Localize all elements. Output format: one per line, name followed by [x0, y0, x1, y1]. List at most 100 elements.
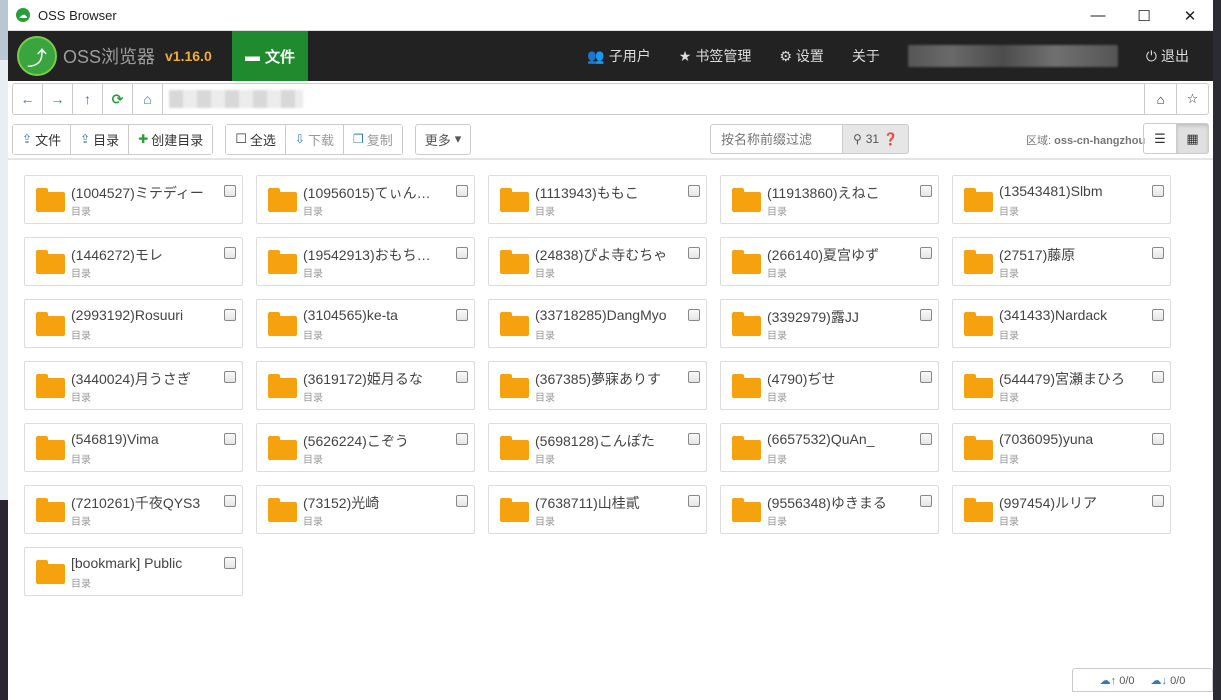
folder-item[interactable]: (5698128)こんぽた 目录 [488, 423, 707, 472]
set-default-home-button[interactable]: ⌂ [1144, 84, 1176, 114]
up-button[interactable]: ↑ [73, 84, 103, 114]
search-button[interactable]: ⚲ 31 ❓ [843, 124, 909, 154]
folder-item[interactable]: (11913860)えねこ 目录 [720, 175, 939, 224]
folder-item[interactable]: (9556348)ゆきまる 目录 [720, 485, 939, 534]
folder-checkbox[interactable] [456, 433, 468, 445]
tab-files[interactable]: ▬ 文件 [232, 31, 308, 81]
folder-item[interactable]: (7210261)千夜QYS3 目录 [24, 485, 243, 534]
folder-checkbox[interactable] [920, 433, 932, 445]
nav-bookmarks[interactable]: ★ 书签管理 [679, 46, 752, 66]
folder-item[interactable]: (73152)光崎 目录 [256, 485, 475, 534]
folder-item[interactable]: (3104565)ke-ta 目录 [256, 299, 475, 348]
folder-item[interactable]: (997454)ルリア 目录 [952, 485, 1171, 534]
upload-icon: ⇪ [22, 132, 33, 146]
folder-item[interactable]: (3440024)月うさぎ 目录 [24, 361, 243, 410]
transfer-status[interactable]: ☁↑ 0/0 ☁↓ 0/0 [1072, 668, 1213, 692]
folder-checkbox[interactable] [1152, 185, 1164, 197]
folder-checkbox[interactable] [920, 495, 932, 507]
folder-item[interactable]: (544479)宮瀬まひろ 目录 [952, 361, 1171, 410]
path-input[interactable] [163, 84, 1144, 114]
folder-item[interactable]: (1113943)ももこ 目录 [488, 175, 707, 224]
folder-item[interactable]: (2993192)Rosuuri 目录 [24, 299, 243, 348]
logout-button[interactable]: ⏻ 退出 [1146, 46, 1189, 66]
upload-dir-button[interactable]: ⇪ 目录 [71, 124, 130, 154]
folder-checkbox[interactable] [1152, 247, 1164, 259]
folder-item[interactable]: [bookmark] Public 目录 [24, 547, 243, 596]
folder-checkbox[interactable] [688, 495, 700, 507]
folder-type: 目录 [303, 207, 323, 218]
folder-checkbox[interactable] [1152, 371, 1164, 383]
folder-checkbox[interactable] [224, 371, 236, 383]
folder-checkbox[interactable] [224, 185, 236, 197]
folder-checkbox[interactable] [224, 495, 236, 507]
folder-type: 目录 [999, 393, 1019, 404]
create-dir-button[interactable]: ✚ 创建目录 [129, 124, 213, 154]
forward-button[interactable]: → [43, 84, 73, 114]
folder-item[interactable]: (7638711)山桂貳 目录 [488, 485, 707, 534]
folder-checkbox[interactable] [920, 309, 932, 321]
folder-checkbox[interactable] [456, 495, 468, 507]
folder-item[interactable]: (266140)夏宫ゆず 目录 [720, 237, 939, 286]
folder-checkbox[interactable] [688, 371, 700, 383]
folder-item[interactable]: (5626224)こぞう 目录 [256, 423, 475, 472]
folder-checkbox[interactable] [688, 247, 700, 259]
copy-button[interactable]: ❐ 复制 [343, 124, 402, 154]
folder-item[interactable]: (1004527)ミテディー 目录 [24, 175, 243, 224]
folder-item[interactable]: (1446272)モレ 目录 [24, 237, 243, 286]
list-view-button[interactable]: ☰ [1144, 124, 1176, 153]
back-button[interactable]: ← [13, 84, 43, 114]
folder-item[interactable]: (4790)ぢせ 目录 [720, 361, 939, 410]
upload-dir-label: 目录 [93, 132, 120, 148]
folder-checkbox[interactable] [920, 185, 932, 197]
folder-item[interactable]: (367385)夢寐ありす 目录 [488, 361, 707, 410]
folder-checkbox[interactable] [224, 433, 236, 445]
grid-view-button[interactable]: ▦ [1176, 124, 1208, 153]
home-button[interactable]: ⌂ [133, 84, 163, 114]
more-dropdown[interactable]: 更多 ▾ [414, 123, 472, 155]
folder-type: 目录 [535, 207, 555, 218]
folder-checkbox[interactable] [456, 185, 468, 197]
search-input[interactable] [710, 124, 843, 154]
download-button[interactable]: ⇩ 下载 [285, 124, 344, 154]
folder-checkbox[interactable] [688, 309, 700, 321]
folder-checkbox[interactable] [1152, 309, 1164, 321]
folder-item[interactable]: (19542913)おもち… 目录 [256, 237, 475, 286]
folder-checkbox[interactable] [224, 557, 236, 569]
folder-checkbox[interactable] [688, 185, 700, 197]
folder-item[interactable]: (7036095)yuna 目录 [952, 423, 1171, 472]
close-button[interactable]: ✕ [1167, 0, 1213, 31]
folder-checkbox[interactable] [224, 309, 236, 321]
folder-name: (19542913)おもち… [303, 247, 431, 263]
window-titlebar[interactable]: ☁ OSS Browser — ☐ ✕ [8, 0, 1213, 31]
folder-checkbox[interactable] [456, 309, 468, 321]
folder-checkbox[interactable] [456, 371, 468, 383]
refresh-button[interactable]: ⟳ [103, 84, 133, 114]
select-all-button[interactable]: ☐ 全选 [226, 124, 286, 154]
folder-checkbox[interactable] [456, 247, 468, 259]
folder-checkbox[interactable] [920, 371, 932, 383]
maximize-button[interactable]: ☐ [1121, 0, 1167, 31]
folder-checkbox[interactable] [224, 247, 236, 259]
add-bookmark-button[interactable]: ☆ [1176, 84, 1208, 114]
folder-item[interactable]: (6657532)QuAn_ 目录 [720, 423, 939, 472]
folder-item[interactable]: (3619172)姫月るな 目录 [256, 361, 475, 410]
folder-item[interactable]: (3392979)露JJ 目录 [720, 299, 939, 348]
brand[interactable]: ⤴ OSS浏览器 v1.16.0 [8, 31, 232, 81]
folder-item[interactable]: (13543481)Slbm 目录 [952, 175, 1171, 224]
folder-item[interactable]: (546819)Vima 目录 [24, 423, 243, 472]
folder-icon [732, 188, 761, 212]
nav-about[interactable]: 关于 [852, 46, 880, 66]
folder-checkbox[interactable] [688, 433, 700, 445]
minimize-button[interactable]: — [1075, 0, 1121, 31]
folder-item[interactable]: (10956015)てぃん… 目录 [256, 175, 475, 224]
upload-file-button[interactable]: ⇪ 文件 [13, 124, 72, 154]
folder-checkbox[interactable] [1152, 433, 1164, 445]
folder-checkbox[interactable] [920, 247, 932, 259]
folder-item[interactable]: (27517)藤原 目录 [952, 237, 1171, 286]
folder-checkbox[interactable] [1152, 495, 1164, 507]
folder-item[interactable]: (33718285)DangMyo 目录 [488, 299, 707, 348]
nav-subusers[interactable]: 👥 子用户 [587, 46, 650, 66]
nav-settings[interactable]: ⚙ 设置 [779, 46, 824, 66]
folder-item[interactable]: (341433)Nardack 目录 [952, 299, 1171, 348]
folder-item[interactable]: (24838)ぴよ寺むちゃ 目录 [488, 237, 707, 286]
